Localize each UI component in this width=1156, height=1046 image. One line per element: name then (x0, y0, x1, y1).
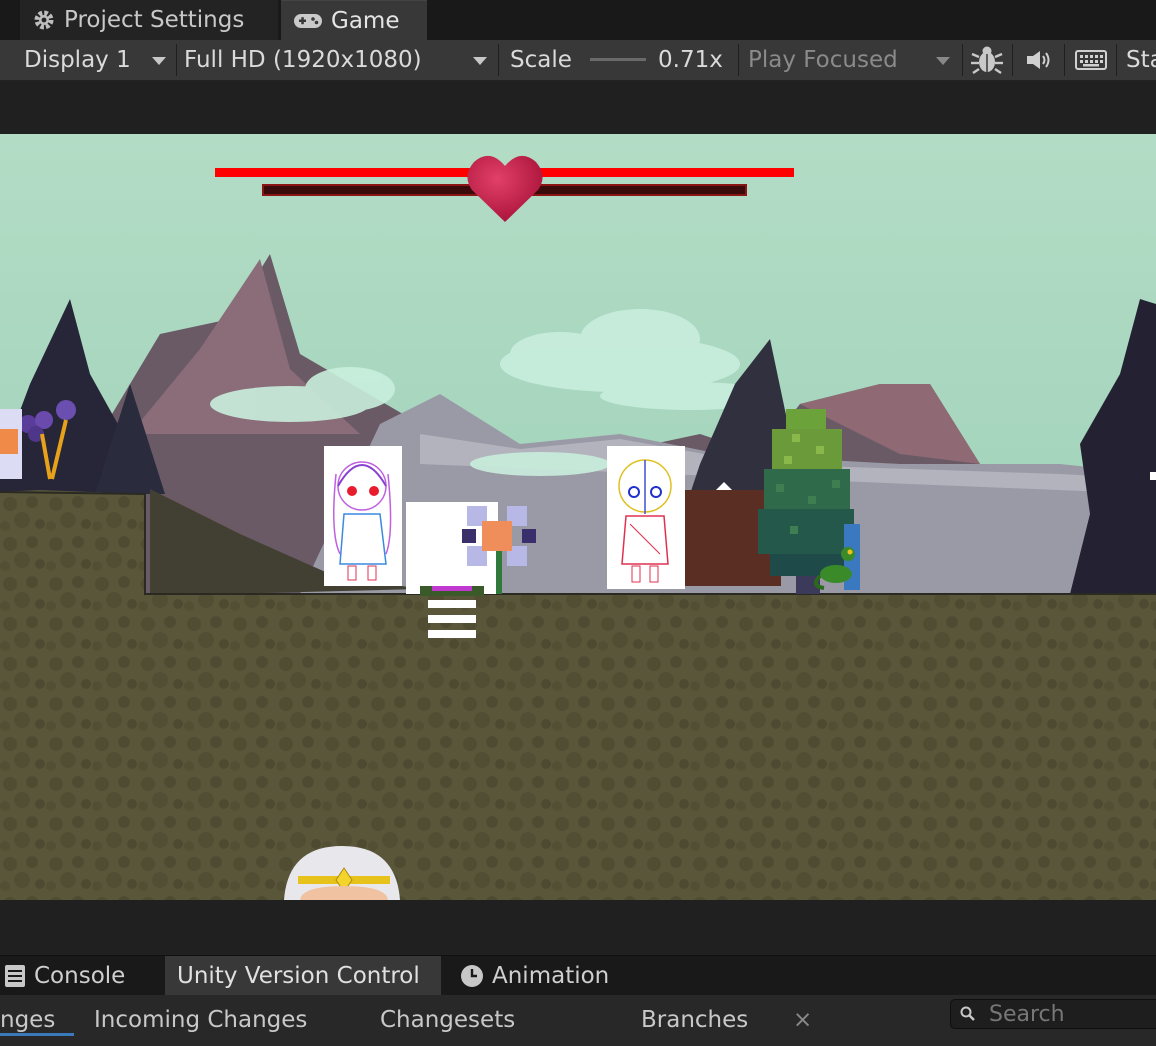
gear-icon (34, 10, 54, 30)
tab-incoming-changes[interactable]: Incoming Changes (94, 1000, 307, 1040)
display-dropdown[interactable]: Display 1 (24, 40, 131, 80)
tab-pending-changes-label: nges (0, 1007, 56, 1033)
tab-console[interactable]: Console (4, 956, 125, 996)
close-tab-button[interactable]: × (793, 1000, 812, 1040)
tab-animation[interactable]: Animation (460, 956, 609, 996)
debug-button[interactable] (970, 40, 1004, 80)
tab-game-label: Game (331, 7, 400, 34)
bug-icon (971, 46, 1003, 74)
play-mode-chevron-down-icon (936, 57, 950, 65)
play-mode-dropdown[interactable]: Play Focused (748, 40, 898, 80)
scale-value: 0.71x (658, 47, 723, 73)
game-viewport-margin-top (0, 81, 1156, 134)
character-girl-sprite (324, 446, 402, 586)
tab-unity-version-control-label: Unity Version Control (177, 963, 420, 989)
stats-button[interactable]: Sta (1126, 40, 1156, 80)
editor-tab-bar: Project Settings Game (0, 0, 1156, 40)
tab-project-settings[interactable]: Project Settings (20, 0, 278, 40)
display-chevron-down-icon (152, 57, 166, 65)
tab-changesets[interactable]: Changesets (380, 1000, 515, 1040)
tab-animation-label: Animation (492, 963, 610, 989)
tab-project-settings-label: Project Settings (64, 7, 245, 33)
gamepad-icon (294, 13, 322, 28)
scale-label: Scale (510, 47, 572, 73)
game-view[interactable] (0, 134, 1156, 900)
game-viewport-margin-bottom (0, 900, 1156, 955)
version-control-tab-bar: nges Incoming Changes Changesets Branche… (0, 995, 1156, 1046)
console-icon (5, 965, 25, 987)
shortcuts-button[interactable] (1075, 40, 1107, 80)
display-dropdown-label: Display 1 (24, 47, 131, 73)
search-placeholder: Search (989, 1001, 1065, 1027)
tab-console-label: Console (34, 963, 126, 989)
play-mode-label: Play Focused (748, 47, 898, 73)
tab-branches[interactable]: Branches (641, 1000, 748, 1040)
audio-mute-button[interactable] (1024, 40, 1054, 80)
active-tab-indicator (0, 1033, 74, 1036)
game-toolbar: Display 1 Full HD (1920x1080) Scale 0.71… (0, 40, 1156, 109)
bottom-panel-tab-bar: Console Unity Version Control Animation (0, 955, 1156, 996)
game-scene-canvas (0, 134, 1156, 900)
tab-incoming-changes-label: Incoming Changes (94, 1007, 308, 1033)
keyboard-icon (1075, 50, 1107, 70)
resolution-dropdown-label: Full HD (1920x1080) (184, 47, 422, 73)
tab-branches-label: Branches (641, 1007, 749, 1033)
resolution-dropdown[interactable]: Full HD (1920x1080) (184, 40, 422, 80)
character-boy-sprite (607, 446, 685, 589)
tab-unity-version-control[interactable]: Unity Version Control (165, 956, 441, 996)
menu-lines-sprite (428, 600, 476, 638)
close-icon: × (793, 1007, 813, 1033)
clock-icon (461, 965, 483, 987)
stats-button-label: Sta (1126, 47, 1156, 73)
search-input[interactable]: Search (950, 999, 1156, 1029)
tab-changesets-label: Changesets (380, 1007, 516, 1033)
tab-game[interactable]: Game (281, 0, 427, 40)
search-icon (960, 1006, 975, 1021)
resolution-chevron-down-icon (473, 57, 487, 65)
speaker-icon (1027, 51, 1050, 69)
scale-slider-track[interactable] (590, 58, 646, 61)
